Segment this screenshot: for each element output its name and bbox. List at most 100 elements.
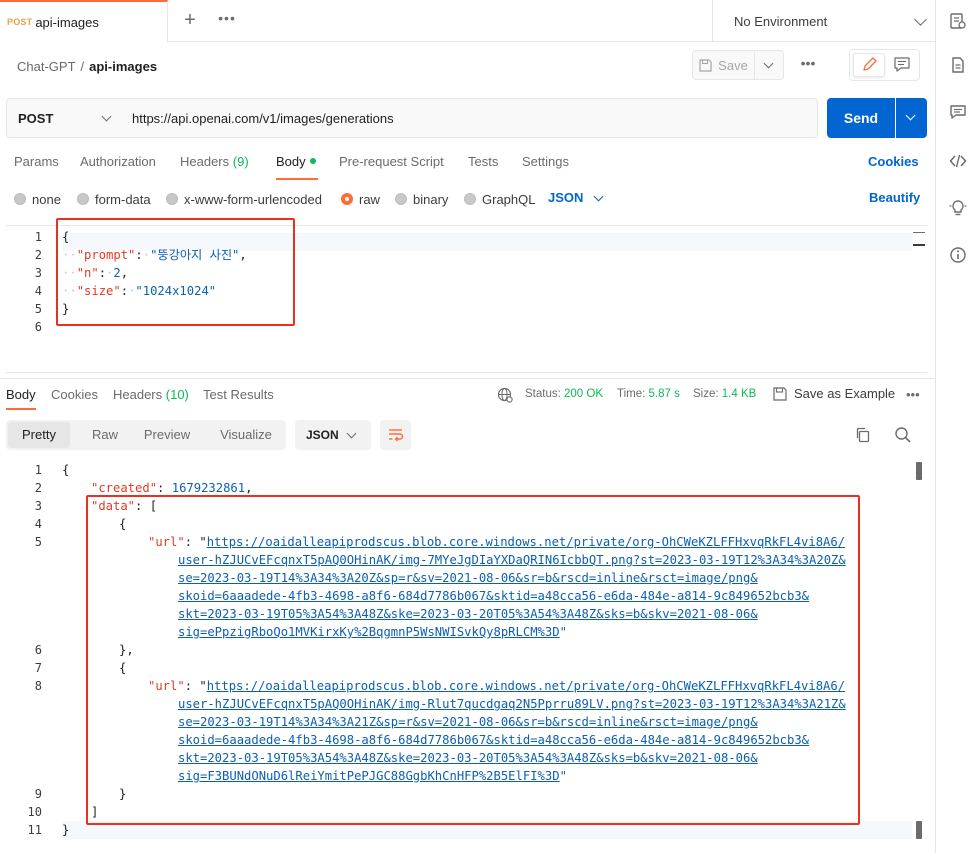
view-pretty-button[interactable]: Pretty <box>8 422 70 448</box>
send-options-button[interactable] <box>896 98 927 138</box>
response-format-select[interactable]: JSON <box>295 420 371 450</box>
json-url-link[interactable]: skt=2023-03-19T05%3A54%3A48Z&ske=2023-03… <box>178 751 758 765</box>
json-url-link[interactable]: user-hZJUCvEFcqnxT5pAQ0OHinAK/img-Rlut7q… <box>178 697 846 711</box>
tab-tests[interactable]: Tests <box>468 154 498 172</box>
view-mode-toggle <box>849 49 920 81</box>
tab-body[interactable]: Body <box>276 154 316 172</box>
tab-headers[interactable]: Headers (9) <box>180 154 249 172</box>
editor-scrollbar[interactable] <box>913 232 925 233</box>
code-line: } <box>119 787 127 801</box>
json-key: "created" <box>91 481 158 495</box>
json-url-link[interactable]: skoid=6aaadede-4fb3-4698-a8f6-684d7786b0… <box>178 589 809 603</box>
radio-binary[interactable]: binary <box>395 190 448 208</box>
response-tab-headers-count: (10) <box>165 387 189 402</box>
breadcrumb-request[interactable]: api-images <box>89 59 157 74</box>
json-url-link[interactable]: https://oaidalleapiprodscus.blob.core.wi… <box>207 535 845 549</box>
view-visualize-button[interactable]: Visualize <box>214 420 278 450</box>
radio-raw[interactable]: raw <box>341 190 380 208</box>
http-method-select[interactable]: POST <box>6 98 122 138</box>
radio-form-data[interactable]: form-data <box>77 190 151 208</box>
active-tab-indicator <box>6 408 36 410</box>
radio-none[interactable]: none <box>14 190 61 208</box>
code-line: skoid=6aaadede-4fb3-4698-a8f6-684d7786b0… <box>178 731 809 749</box>
response-tab-body[interactable]: Body <box>6 387 36 405</box>
response-time[interactable]: Time: 5.87 s <box>617 388 680 400</box>
breadcrumb-workspace[interactable]: Chat-GPT <box>17 59 76 74</box>
line-number: 9 <box>34 787 42 801</box>
response-scrollbar-thumb[interactable] <box>916 821 922 839</box>
cookies-link[interactable]: Cookies <box>868 154 919 169</box>
response-more-options-icon[interactable]: ••• <box>906 387 920 402</box>
documentation-mode-button[interactable] <box>887 53 917 77</box>
radio-graphql-label: GraphQL <box>482 191 536 207</box>
response-tab-headers[interactable]: Headers (10) <box>113 387 189 405</box>
json-url-link[interactable]: skt=2023-03-19T05%3A54%3A48Z&ske=2023-03… <box>178 607 758 621</box>
response-scrollbar-thumb[interactable] <box>916 462 922 480</box>
size-label: Size: <box>693 388 719 400</box>
radio-urlencoded[interactable]: x-www-form-urlencoded <box>166 190 322 208</box>
json-url-link[interactable]: https://oaidalleapiprodscus.blob.core.wi… <box>207 679 845 693</box>
tab-authorization[interactable]: Authorization <box>80 154 156 172</box>
json-url-link[interactable]: user-hZJUCvEFcqnxT5pAQ0OHinAK/img-7MYeJg… <box>178 553 846 567</box>
response-tab-cookies[interactable]: Cookies <box>51 387 98 405</box>
save-disk-icon <box>773 386 787 401</box>
environment-label: No Environment <box>734 13 828 29</box>
json-key: "size" <box>76 284 121 298</box>
json-url-link[interactable]: se=2023-03-19T14%3A34%3A21Z&sp=r&sv=2021… <box>178 715 758 729</box>
view-preview-button[interactable]: Preview <box>138 420 196 450</box>
save-options-button[interactable] <box>755 50 784 80</box>
wrap-lines-button[interactable] <box>380 420 411 450</box>
code-line: ··"prompt":·"뚱강아지 사진", <box>62 248 247 262</box>
tab-settings[interactable]: Settings <box>522 154 569 172</box>
edit-mode-button[interactable] <box>853 53 885 77</box>
body-format-select[interactable]: JSON <box>548 190 583 205</box>
radio-graphql[interactable]: GraphQL <box>464 190 535 208</box>
json-url-link[interactable]: sig=ePpzigRboQo1MVKirxKy%2BqgmnP5WsNWISv… <box>178 625 560 639</box>
chevron-down-icon <box>763 58 774 69</box>
view-raw-button[interactable]: Raw <box>82 420 128 450</box>
environment-quick-look-icon[interactable] <box>949 12 967 30</box>
code-line: ] <box>91 805 99 819</box>
code-snippet-icon[interactable] <box>949 152 967 170</box>
chevron-down-icon <box>905 110 916 121</box>
tab-body-label: Body <box>276 154 306 169</box>
save-as-example-button[interactable]: Save as Example <box>773 386 895 401</box>
lightbulb-icon[interactable] <box>949 199 967 217</box>
url-input[interactable] <box>121 98 818 138</box>
json-url-link[interactable]: se=2023-03-19T14%3A34%3A20Z&sp=r&sv=2021… <box>178 571 758 585</box>
response-tab-test-results[interactable]: Test Results <box>203 387 274 405</box>
json-string-value: "1024x1024" <box>135 284 217 298</box>
line-number: 1 <box>34 463 42 477</box>
search-icon[interactable] <box>894 426 912 444</box>
response-size[interactable]: Size: 1.4 KB <box>693 388 756 400</box>
tab-more-options-icon[interactable]: ••• <box>216 10 238 30</box>
environment-selector[interactable]: No Environment <box>712 0 935 42</box>
copy-icon[interactable] <box>854 426 872 444</box>
json-key: "n" <box>76 266 99 280</box>
response-view-switcher: Pretty Raw Preview Visualize <box>6 420 286 450</box>
send-button[interactable]: Send <box>827 98 895 138</box>
right-sidebar <box>935 0 979 853</box>
code-line: se=2023-03-19T14%3A34%3A21Z&sp=r&sv=2021… <box>178 713 758 731</box>
json-url-link[interactable]: skoid=6aaadede-4fb3-4698-a8f6-684d7786b0… <box>178 733 809 747</box>
tab-prerequest-script[interactable]: Pre-request Script <box>339 154 444 172</box>
code-line: user-hZJUCvEFcqnxT5pAQ0OHinAK/img-7MYeJg… <box>178 551 846 569</box>
request-more-options-icon[interactable]: ••• <box>798 55 818 75</box>
info-icon[interactable] <box>949 246 967 264</box>
network-globe-icon[interactable] <box>497 387 513 403</box>
new-tab-plus-icon[interactable]: + <box>180 9 200 31</box>
chevron-down-icon <box>593 191 604 202</box>
request-tab-api-images[interactable]: POST api-images <box>0 0 168 42</box>
documentation-icon[interactable] <box>949 56 967 74</box>
comments-icon[interactable] <box>949 103 967 121</box>
response-divider[interactable] <box>0 378 935 379</box>
beautify-link[interactable]: Beautify <box>869 190 920 205</box>
save-button[interactable]: Save <box>692 50 755 80</box>
line-number: 2 <box>34 248 42 262</box>
json-url-link[interactable]: sig=F3BUNdONuD6lReiYmitPePJGC88GgbKhCnHF… <box>178 769 560 783</box>
tab-params[interactable]: Params <box>14 154 59 172</box>
radio-circle-selected <box>341 193 353 205</box>
radio-circle <box>464 193 476 205</box>
line-number: 6 <box>34 643 42 657</box>
pencil-icon <box>863 57 877 71</box>
